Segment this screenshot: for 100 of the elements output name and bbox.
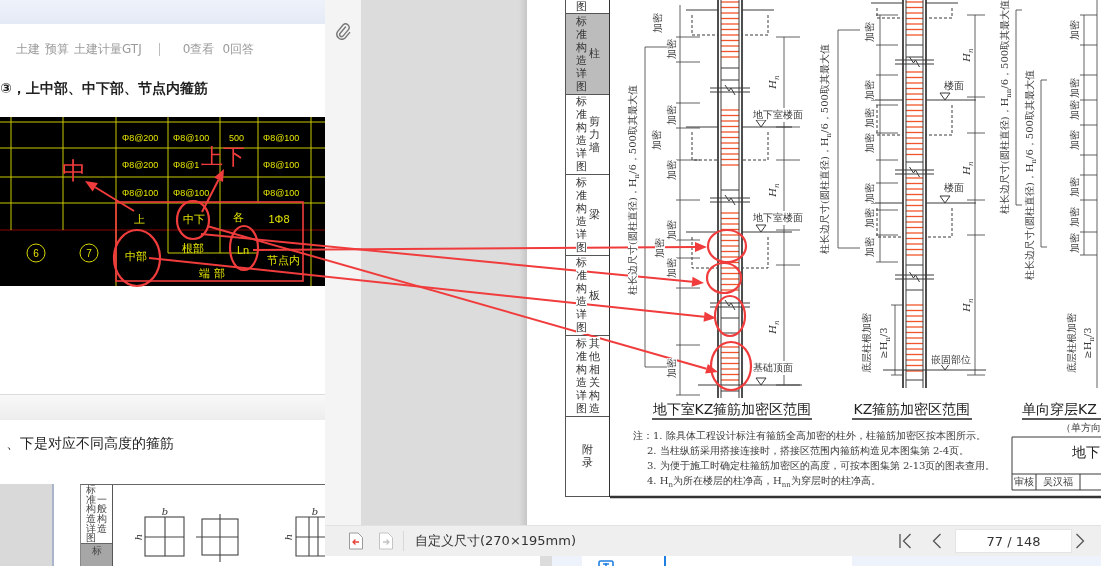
highlight-ellipse	[706, 228, 748, 264]
chapter-series-text: 标准构造详图	[86, 485, 96, 543]
highlight-ellipse	[228, 224, 260, 272]
chapter-name-text: 附录	[582, 443, 593, 470]
zone-label: 加密	[865, 183, 875, 203]
zone-label: 加密	[667, 39, 677, 59]
level-label: 地下室楼面	[753, 213, 803, 223]
breadcrumb-link[interactable]: 土建计量GTJ	[74, 40, 142, 58]
cad-label: 中下	[183, 213, 205, 225]
level-label: 地下室楼面	[753, 110, 803, 120]
zone-label: 加密	[865, 108, 875, 128]
question-title: ③，上中部、中下部、节点内箍筋	[0, 79, 209, 98]
page-right-arrow-icon	[378, 532, 394, 550]
chapter-series-text: 标准构造详图	[575, 95, 587, 174]
cad-label: 各	[232, 211, 244, 223]
axis-marker: 7	[79, 243, 99, 263]
dimension-label: h	[282, 533, 294, 541]
title-block-text: 审核	[1014, 477, 1034, 487]
chapter-series-text: 标准构造详图	[575, 14, 587, 93]
zone-label: 加密	[655, 238, 665, 258]
rebar-spec-text: Φ8@100	[173, 133, 210, 143]
rebar-spec-text: Φ8@100	[122, 188, 159, 198]
rebar-spec-text: Φ8@100	[173, 188, 210, 198]
chapter-series-text: 标准构造详图	[575, 175, 587, 254]
zone-label: 加密	[865, 80, 875, 100]
detail-title: KZ箍筋加密区范围	[853, 402, 971, 416]
logo-icon	[598, 560, 614, 566]
cad-label: 端 部	[199, 267, 225, 279]
paperclip-icon[interactable]	[335, 22, 351, 40]
zone-label: 加密	[667, 160, 677, 180]
highlight-ellipse	[112, 228, 162, 288]
rebar-spec-text: Φ8@1	[173, 160, 200, 170]
level-label: 楼面	[944, 81, 964, 91]
rebar-spec-text: Φ8@100	[263, 188, 300, 198]
first-page-button[interactable]	[898, 532, 912, 550]
rebar-spec-text: Φ8@200	[122, 160, 159, 170]
rebar-spec-text: Φ8@200	[122, 133, 159, 143]
chapter-series-text: 标准构造详图	[575, 256, 587, 335]
previous-page-button[interactable]	[930, 532, 944, 550]
zone-label: 加密	[865, 133, 875, 153]
page-number-field[interactable]: 77 / 148	[955, 529, 1072, 553]
chapter-name-text: 梁	[588, 208, 600, 222]
zone-label: 加密	[1070, 207, 1080, 227]
first-page-icon	[898, 532, 912, 550]
answer-count: 0回答	[222, 40, 255, 58]
rebar-spec-text: 500	[229, 133, 245, 143]
root-zone-label: 底层柱根加密	[1067, 313, 1077, 373]
cad-label: 节点内	[266, 254, 300, 266]
highlight-ellipse	[175, 199, 211, 241]
zone-label: 加密	[667, 105, 677, 125]
answer-text: 、下是对应不同高度的箍筋	[5, 434, 175, 453]
breadcrumb-link[interactable]: 预算	[45, 40, 69, 58]
dimension-label: h	[132, 533, 144, 541]
chapter-series-text: 标准构造详图	[575, 336, 587, 415]
level-label: 楼面	[944, 183, 964, 193]
chevron-left-icon	[930, 532, 944, 550]
detail-title: 地下室KZ箍筋加密区范围	[652, 402, 812, 416]
chapter-name-text: 剪力墙	[588, 114, 600, 154]
zone-label: 加密	[653, 13, 663, 33]
zone-label: 加密	[667, 358, 677, 378]
highlight-ellipse	[709, 340, 753, 392]
rebar-spec-text: Φ8@100	[263, 133, 300, 143]
zone-label: 加密	[1070, 130, 1080, 150]
zone-label: 加密	[1070, 100, 1080, 120]
root-zone-label: 底层柱根加密	[862, 313, 872, 373]
cad-label: 根部	[182, 242, 204, 254]
cad-label: 中部	[125, 250, 147, 262]
title-block-text: 吴汉福	[1043, 477, 1073, 487]
chapter-name-text: 一般构造	[97, 494, 107, 534]
stirrup-section-drawing	[295, 516, 325, 557]
level-label: 嵌固部位	[931, 355, 971, 365]
highlight-ellipse	[713, 294, 747, 338]
zone-label: 加密	[652, 130, 662, 150]
zone-label: 加密	[667, 258, 677, 278]
zone-label: 加密	[865, 237, 875, 257]
chapter-series-text: 图	[576, 0, 587, 13]
level-label: 基础顶面	[753, 363, 793, 373]
axis-marker: 6	[26, 243, 46, 263]
zone-label: 加密	[1070, 20, 1080, 40]
dimension-label: b	[161, 505, 169, 517]
cad-label: 上	[133, 213, 145, 225]
chapter-name-text: 柱	[588, 47, 600, 61]
zone-label: 加密	[1070, 78, 1080, 98]
annotation-label: 上下	[201, 143, 245, 169]
stirrup-section-drawing	[144, 516, 185, 557]
previous-document-button[interactable]	[348, 532, 364, 550]
breadcrumb-link[interactable]: 土建	[16, 40, 40, 58]
rebar-spec-text: Φ8@100	[263, 160, 300, 170]
page-left-arrow-icon	[348, 532, 364, 550]
title-block-heading: 地下	[1072, 445, 1100, 459]
chapter-name-text: 其他相关构造	[588, 336, 600, 415]
zone-label: 加密	[865, 22, 875, 42]
highlight-ellipse	[705, 261, 743, 295]
view-count: 0查看	[182, 40, 215, 58]
cad-label: Ln	[236, 244, 250, 256]
zone-label: 加密	[667, 220, 677, 240]
detail-title: 单向穿层KZ	[1022, 402, 1097, 416]
stirrup-section-drawing	[195, 513, 239, 563]
next-page-button[interactable]	[1073, 532, 1087, 550]
page-size-label: 自定义尺寸(270×195mm)	[415, 532, 576, 550]
